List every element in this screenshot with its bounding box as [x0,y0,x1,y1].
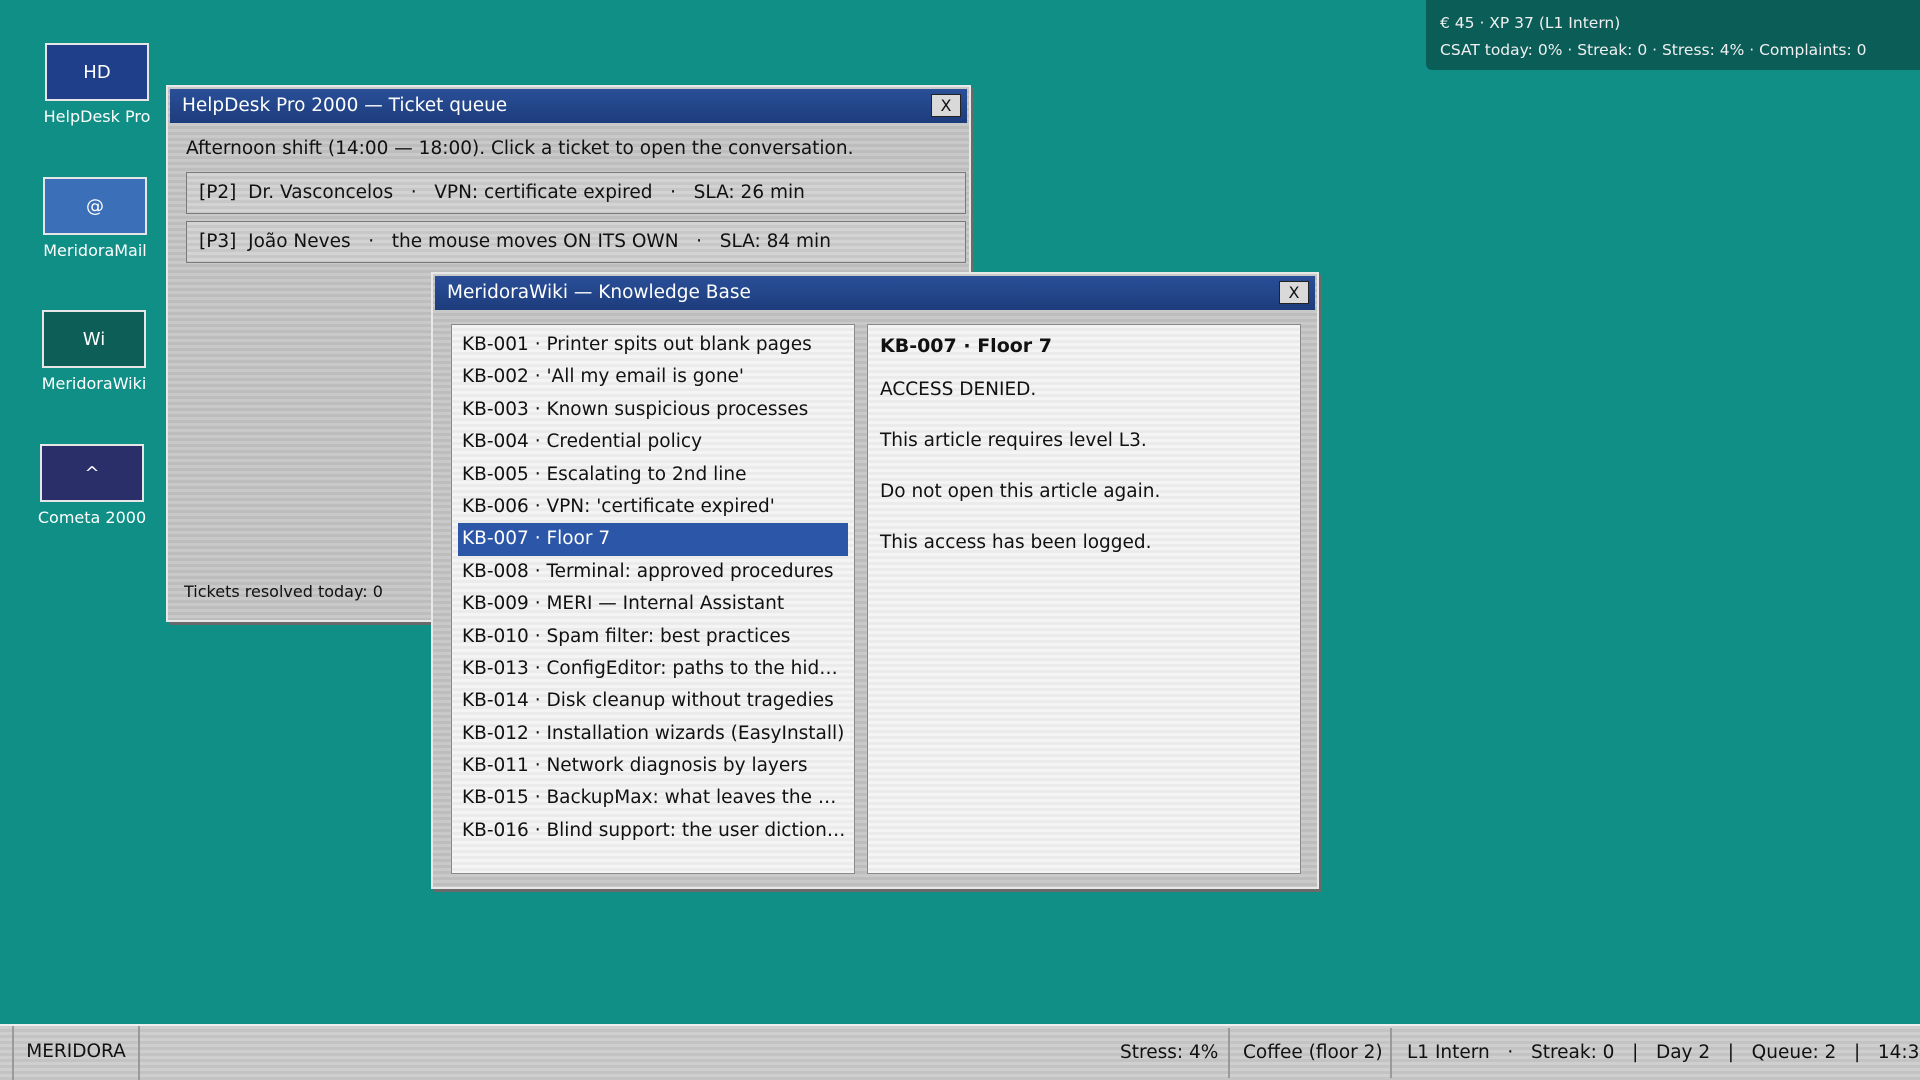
article-list-item[interactable]: KB-005 · Escalating to 2nd line [458,459,848,491]
ticket-queue-titlebar[interactable]: HelpDesk Pro 2000 — Ticket queue X [170,89,967,123]
start-button[interactable]: MERIDORA [12,1026,140,1080]
status-hud: € 45 · XP 37 (L1 Intern) CSAT today: 0% … [1426,0,1920,70]
taskbar-stress: Stress: 4% [1120,1042,1219,1063]
cometa-icon: ^ [40,444,144,502]
article-list-item[interactable]: KB-008 · Terminal: approved procedures [458,556,848,588]
desktop-icon-mail[interactable]: @ MeridoraMail [30,177,160,260]
article-list-item[interactable]: KB-016 · Blind support: the user diction… [458,815,848,847]
tickets-resolved-count: Tickets resolved today: 0 [184,582,383,601]
shift-instructions: Afternoon shift (14:00 — 18:00). Click a… [186,138,854,159]
ticket-row[interactable]: [P2] Dr. Vasconcelos · VPN: certificate … [186,172,966,214]
article-line: ACCESS DENIED. [880,379,1037,400]
desktop-icon-label: HelpDesk Pro [43,107,151,126]
article-list: KB-001 · Printer spits out blank pages K… [451,324,855,874]
article-title: KB-007 · Floor 7 [880,335,1053,357]
taskbar: MERIDORA Stress: 4% Coffee (floor 2) L1 … [0,1024,1920,1080]
desktop-icon-label: MeridoraWiki [41,374,147,393]
article-line: This article requires level L3. [880,430,1147,451]
taskbar-divider [1390,1028,1392,1078]
coffee-button[interactable]: Coffee (floor 2) [1243,1026,1383,1080]
article-list-item[interactable]: KB-014 · Disk cleanup without tragedies [458,685,848,717]
article-list-item[interactable]: KB-001 · Printer spits out blank pages [458,329,848,361]
article-list-item[interactable]: KB-012 · Installation wizards (EasyInsta… [458,718,848,750]
ticket-row[interactable]: [P3] João Neves · the mouse moves ON ITS… [186,221,966,263]
article-list-item[interactable]: KB-010 · Spam filter: best practices [458,621,848,653]
window-title: MeridoraWiki — Knowledge Base [447,282,751,303]
desktop-icon-label: MeridoraMail [43,241,147,260]
article-list-item-selected[interactable]: KB-007 · Floor 7 [458,523,848,556]
article-list-item[interactable]: KB-006 · VPN: 'certificate expired' [458,491,848,523]
article-list-item[interactable]: KB-009 · MERI — Internal Assistant [458,588,848,620]
desktop-icon-helpdesk[interactable]: HD HelpDesk Pro [32,43,162,126]
article-list-item[interactable]: KB-003 · Known suspicious processes [458,394,848,426]
close-button[interactable]: X [931,94,961,117]
article-list-item[interactable]: KB-011 · Network diagnosis by layers [458,750,848,782]
article-view: KB-007 · Floor 7 ACCESS DENIED. This art… [867,324,1301,874]
desktop-icon-wiki[interactable]: Wi MeridoraWiki [29,310,159,393]
window-title: HelpDesk Pro 2000 — Ticket queue [182,95,508,116]
close-button[interactable]: X [1279,281,1309,304]
article-list-item[interactable]: KB-015 · BackupMax: what leaves the bu..… [458,782,848,814]
wiki-titlebar[interactable]: MeridoraWiki — Knowledge Base X [435,276,1315,310]
hud-stats: CSAT today: 0% · Streak: 0 · Stress: 4% … [1440,41,1867,59]
wiki-icon: Wi [42,310,146,368]
wiki-window: MeridoraWiki — Knowledge Base X KB-001 ·… [431,272,1319,889]
mail-icon: @ [43,177,147,235]
article-list-item[interactable]: KB-004 · Credential policy [458,426,848,458]
taskbar-divider [1228,1028,1230,1078]
desktop-icon-label: Cometa 2000 [37,508,147,527]
hud-money-xp: € 45 · XP 37 (L1 Intern) [1440,14,1621,32]
article-line: Do not open this article again. [880,481,1161,502]
article-list-item[interactable]: KB-002 · 'All my email is gone' [458,361,848,393]
desktop-icon-cometa[interactable]: ^ Cometa 2000 [27,444,157,527]
helpdesk-icon: HD [45,43,149,101]
article-line: This access has been logged. [880,532,1152,553]
taskbar-status: L1 Intern · Streak: 0 | Day 2 | Queue: 2… [1407,1042,1920,1063]
article-list-item[interactable]: KB-013 · ConfigEditor: paths to the hidd… [458,653,848,685]
